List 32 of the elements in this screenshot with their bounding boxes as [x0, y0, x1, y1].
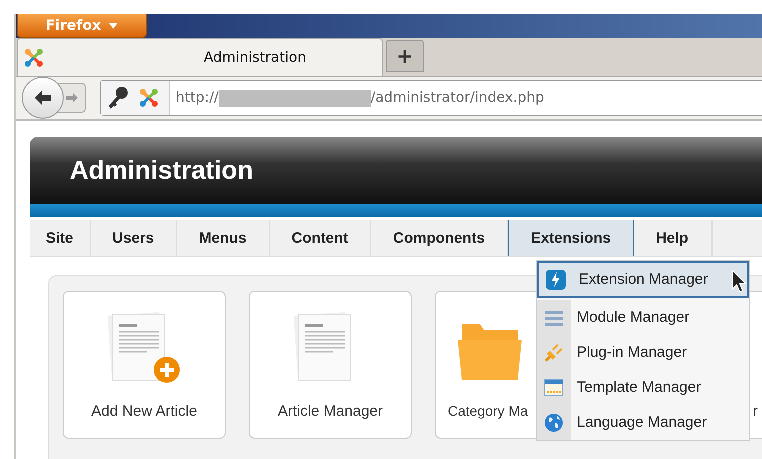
article-add-icon	[106, 312, 182, 386]
card-label: r	[753, 403, 758, 420]
menu-item[interactable]: Help	[634, 220, 712, 256]
right-arrow-icon	[65, 92, 79, 104]
window-icon	[543, 376, 565, 398]
menu-item[interactable]: Menus	[177, 220, 270, 256]
joomla-logo-icon	[139, 88, 159, 108]
key-icon	[107, 86, 129, 110]
globe-icon	[543, 412, 565, 434]
menu-item[interactable]: Extensions	[508, 220, 634, 256]
url-text: /administrator/index.php	[370, 90, 544, 106]
bolt-icon	[545, 268, 567, 290]
page-title: Administration	[70, 155, 254, 186]
browser-tab[interactable]: Administration	[17, 38, 383, 76]
joomla-logo-icon	[24, 48, 44, 68]
card-label: Add New Article	[92, 403, 198, 420]
back-button[interactable]	[22, 77, 64, 119]
card-label: Article Manager	[278, 403, 384, 420]
shortcut-card[interactable]: Article Manager	[249, 291, 412, 439]
new-tab-button[interactable]: +	[386, 40, 424, 72]
url-text: http://	[176, 90, 219, 106]
menu-item[interactable]: Site	[30, 220, 91, 256]
caret-icon	[109, 22, 118, 28]
card-label: Category Ma	[448, 403, 528, 419]
shortcut-card[interactable]: Add New Article	[63, 291, 226, 439]
left-arrow-icon	[34, 90, 52, 106]
menu-item[interactable]: Content	[270, 220, 372, 256]
dropdown-item[interactable]: Extension Manager	[537, 261, 749, 298]
plug-icon	[543, 342, 565, 364]
menu-item[interactable]: Users	[90, 220, 178, 256]
address-bar[interactable]: http:// /administrator/index.php	[100, 80, 762, 116]
mouse-pointer-icon	[732, 270, 748, 294]
